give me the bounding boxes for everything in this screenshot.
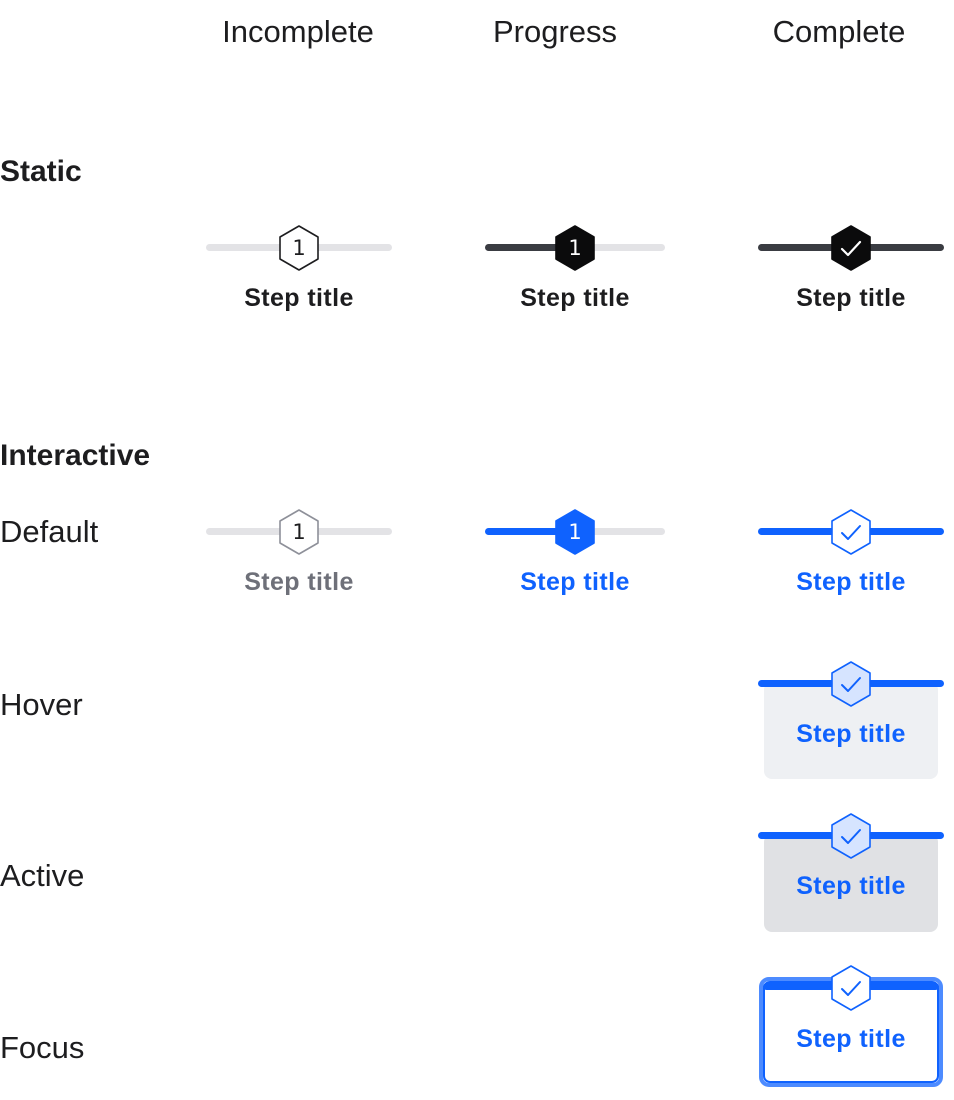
step-title: Step title xyxy=(520,568,630,596)
step-title: Step title xyxy=(244,284,354,312)
column-header-incomplete: Incomplete xyxy=(222,14,374,49)
step-number: 1 xyxy=(292,236,306,260)
step-track-right xyxy=(590,244,665,251)
check-icon xyxy=(829,508,873,556)
section-label-static: Static xyxy=(0,155,82,188)
step-title: Step title xyxy=(796,1025,906,1053)
step-static-progress: 1 Step title xyxy=(485,224,665,324)
hexagon-step-icon: 1 xyxy=(553,508,597,556)
row-label-focus: Focus xyxy=(0,1030,85,1065)
step-hover-complete[interactable]: Step title xyxy=(758,660,944,770)
step-focus-complete[interactable]: Step title xyxy=(758,964,944,1084)
step-title: Step title xyxy=(796,872,906,900)
step-active-complete[interactable]: Step title xyxy=(758,812,944,922)
check-icon xyxy=(829,964,873,1012)
step-default-incomplete[interactable]: 1 Step title xyxy=(206,508,392,608)
step-title: Step title xyxy=(796,284,906,312)
check-icon xyxy=(829,660,873,708)
step-track-left xyxy=(485,244,560,251)
step-default-complete[interactable]: Step title xyxy=(758,508,944,608)
step-title: Step title xyxy=(796,720,906,748)
check-icon xyxy=(829,224,873,272)
step-number: 1 xyxy=(568,520,582,544)
step-static-incomplete: 1 Step title xyxy=(206,224,392,324)
check-icon xyxy=(829,812,873,860)
column-header-complete: Complete xyxy=(772,14,906,49)
step-track-left xyxy=(485,528,560,535)
hexagon-step-icon: 1 xyxy=(277,224,321,272)
step-number: 1 xyxy=(568,236,582,260)
hexagon-step-icon: 1 xyxy=(553,224,597,272)
step-title: Step title xyxy=(520,284,630,312)
step-default-progress[interactable]: 1 Step title xyxy=(485,508,665,608)
step-static-complete: Step title xyxy=(758,224,944,324)
step-number: 1 xyxy=(292,520,306,544)
step-track-right xyxy=(590,528,665,535)
section-label-interactive: Interactive xyxy=(0,439,151,472)
step-title: Step title xyxy=(244,568,354,596)
row-label-active: Active xyxy=(0,858,85,893)
hexagon-step-icon: 1 xyxy=(277,508,321,556)
column-header-progress: Progress xyxy=(492,14,618,49)
step-title: Step title xyxy=(796,568,906,596)
row-label-default: Default xyxy=(0,514,99,549)
row-label-hover: Hover xyxy=(0,687,83,722)
